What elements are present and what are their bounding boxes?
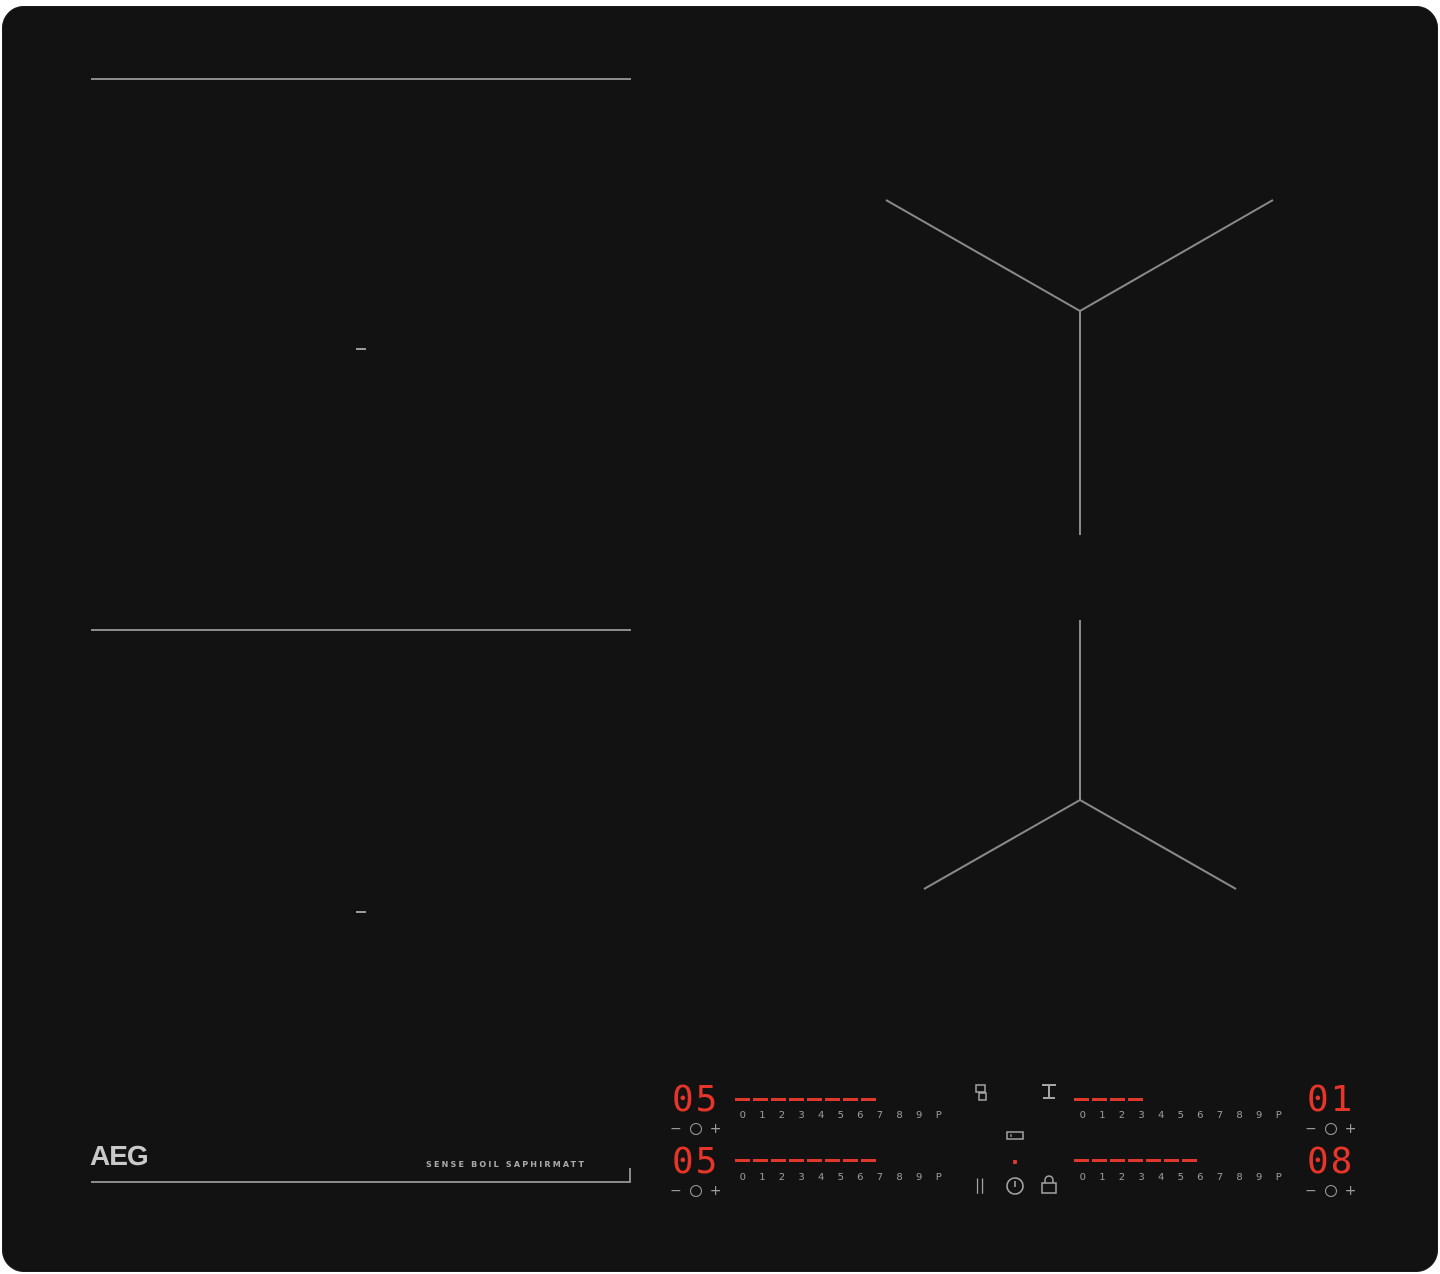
display-rear-right: 01 bbox=[1307, 1079, 1355, 1120]
display-rear-left: 05 bbox=[672, 1079, 720, 1120]
timer-icon[interactable] bbox=[1324, 1185, 1337, 1197]
timer-controls-rear-right[interactable]: − + bbox=[1305, 1121, 1356, 1137]
power-bar-rear-left bbox=[735, 1098, 876, 1101]
product-tagline: SENSE BOIL SAPHIRMATT bbox=[426, 1160, 587, 1169]
timer-controls-front-left[interactable]: − + bbox=[670, 1183, 721, 1199]
power-scale-rear-right[interactable]: 0123456789P bbox=[1073, 1110, 1289, 1121]
timer-controls-front-right[interactable]: − + bbox=[1305, 1183, 1356, 1199]
timer-plus-button[interactable]: + bbox=[1345, 1183, 1357, 1199]
timer-plus-button[interactable]: + bbox=[1345, 1121, 1357, 1137]
timer-icon[interactable] bbox=[689, 1123, 702, 1135]
display-front-left: 05 bbox=[672, 1141, 720, 1182]
timer-minus-button[interactable]: − bbox=[670, 1183, 682, 1199]
power-bar-front-right bbox=[1074, 1159, 1197, 1162]
bridge-icon[interactable] bbox=[1039, 1082, 1059, 1102]
indicator-dot bbox=[1013, 1160, 1017, 1164]
timer-icon[interactable] bbox=[1324, 1123, 1337, 1135]
zone-marker-upper-right bbox=[885, 199, 1274, 313]
timer-plus-button[interactable]: + bbox=[710, 1183, 722, 1199]
hob2hood-icon[interactable] bbox=[972, 1082, 992, 1104]
aeg-logo: AEG bbox=[90, 1140, 149, 1171]
power-scale-front-right[interactable]: 0123456789P bbox=[1073, 1172, 1289, 1183]
power-bar-front-left bbox=[735, 1159, 876, 1162]
display-front-right: 08 bbox=[1307, 1141, 1355, 1182]
zone-marker-lower-right bbox=[923, 798, 1237, 890]
timer-minus-button[interactable]: − bbox=[670, 1121, 682, 1137]
timer-minus-button[interactable]: − bbox=[1305, 1121, 1317, 1137]
keep-warm-icon[interactable] bbox=[1005, 1129, 1027, 1145]
timer-plus-button[interactable]: + bbox=[710, 1121, 722, 1137]
power-bar-rear-right bbox=[1074, 1098, 1143, 1101]
timer-icon[interactable] bbox=[689, 1185, 702, 1197]
zone-markings bbox=[91, 78, 1274, 1183]
power-scale-front-left[interactable]: 0123456789P bbox=[733, 1172, 949, 1183]
timer-minus-button[interactable]: − bbox=[1305, 1183, 1317, 1199]
lock-icon[interactable] bbox=[1039, 1174, 1059, 1196]
timer-controls-rear-left[interactable]: − + bbox=[670, 1121, 721, 1137]
power-scale-rear-left[interactable]: 0123456789P bbox=[733, 1110, 949, 1121]
pause-button[interactable]: || bbox=[975, 1176, 985, 1194]
power-icon[interactable] bbox=[1004, 1175, 1026, 1197]
brand-underline bbox=[91, 1168, 631, 1183]
